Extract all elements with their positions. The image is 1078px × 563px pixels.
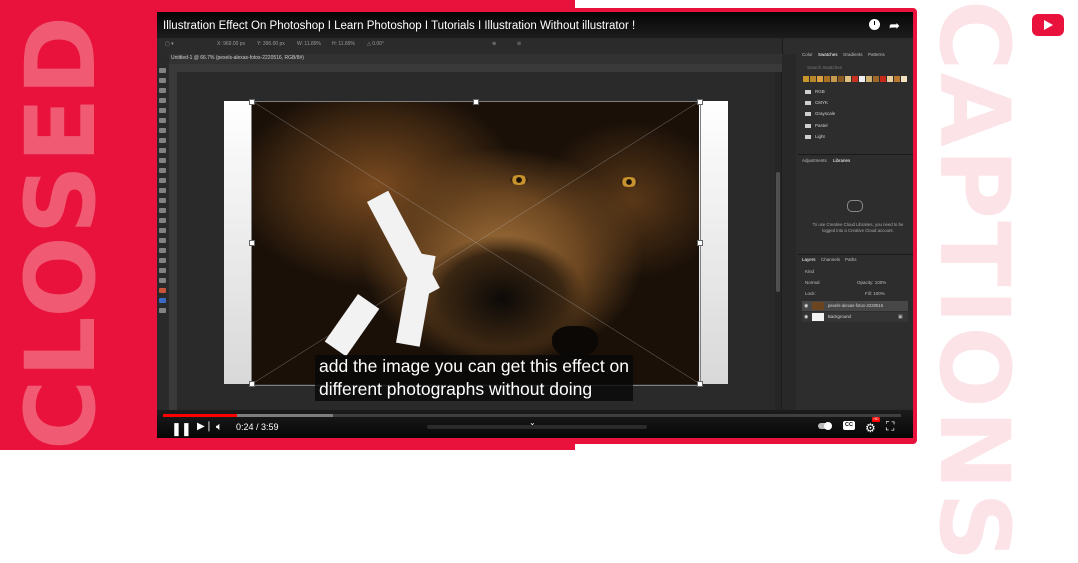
tab-patterns[interactable]: Patterns xyxy=(868,52,885,57)
ps-toolbar[interactable] xyxy=(157,54,169,410)
layer-name: pexels-alexas-fotos-2220516 xyxy=(828,303,884,308)
caption-line: different photographs without doing xyxy=(319,379,593,399)
transform-handle[interactable] xyxy=(697,381,703,387)
layer-row-lion[interactable]: ◉ pexels-alexas-fotos-2220516 xyxy=(802,301,908,311)
lock-label: Lock: xyxy=(805,291,816,296)
ps-document-tab[interactable]: Untitled-1 @ 66.7% (pexels-alexas-fotos-… xyxy=(171,55,304,61)
share-icon[interactable]: ➦ xyxy=(889,18,900,34)
ps-panel-icon-strip[interactable] xyxy=(782,54,796,410)
swatch[interactable] xyxy=(901,76,907,82)
tab-paths[interactable]: Paths xyxy=(845,257,857,262)
progress-bar[interactable] xyxy=(163,414,901,417)
transform-handle[interactable] xyxy=(473,99,479,105)
closed-caption: add the image you can get this effect on… xyxy=(315,355,634,401)
swatch[interactable] xyxy=(873,76,879,82)
settings-button[interactable]: ⚙ HD xyxy=(865,417,880,437)
transform-handle[interactable] xyxy=(697,99,703,105)
video-player[interactable]: ▢ ▾ X: 969.00 px Y: 396.00 px W: 11.89% … xyxy=(157,12,913,438)
hd-badge: HD xyxy=(872,417,880,422)
layer-row-background[interactable]: ◉ Background ▣ xyxy=(802,312,908,322)
caption-line: add the image you can get this effect on xyxy=(319,356,630,376)
tab-swatches[interactable]: Swatches xyxy=(818,52,838,57)
swatch-group-grayscale[interactable]: Grayscale xyxy=(805,111,835,116)
layer-thumbnail xyxy=(812,313,824,321)
blend-mode-select[interactable]: Normal xyxy=(805,280,820,285)
tab-color[interactable]: Color xyxy=(802,52,813,57)
swatch[interactable] xyxy=(838,76,844,82)
next-button[interactable]: ▶❘ xyxy=(197,421,213,432)
transform-bounding-box[interactable] xyxy=(251,101,701,386)
tab-channels[interactable]: Channels xyxy=(821,257,840,262)
swatch[interactable] xyxy=(831,76,837,82)
panel-divider xyxy=(798,154,913,155)
gear-icon: ⚙ xyxy=(865,421,876,435)
swatch[interactable] xyxy=(887,76,893,82)
swatch[interactable] xyxy=(880,76,886,82)
fill-field[interactable]: Fill: 100% xyxy=(865,291,885,296)
tab-libraries[interactable]: Libraries xyxy=(833,158,850,163)
video-title[interactable]: Illustration Effect On Photoshop I Learn… xyxy=(163,20,635,32)
time-display: 0:24 / 3:59 xyxy=(236,422,279,432)
transform-handle[interactable] xyxy=(249,99,255,105)
swatch[interactable] xyxy=(817,76,823,82)
ps-document-tabs: Untitled-1 @ 66.7% (pexels-alexas-fotos-… xyxy=(157,54,782,64)
transform-handle[interactable] xyxy=(249,381,255,387)
youtube-logo-icon xyxy=(1032,14,1064,36)
lock-icon: ▣ xyxy=(898,314,903,320)
ps-canvas-scrollbar[interactable] xyxy=(775,72,781,410)
layer-kind-filter[interactable]: Kind xyxy=(805,269,814,274)
tab-gradients[interactable]: Gradients xyxy=(843,52,863,57)
autoplay-toggle[interactable] xyxy=(818,422,832,430)
chapter-bar xyxy=(427,425,647,429)
layer-thumbnail xyxy=(812,302,824,310)
transform-handle[interactable] xyxy=(697,240,703,246)
eye-visibility-icon[interactable]: ◉ xyxy=(804,303,808,309)
tab-adjustments[interactable]: Adjustments xyxy=(802,158,827,163)
fullscreen-icon[interactable]: ⛶ xyxy=(886,419,894,434)
pause-button[interactable]: ❚❚ xyxy=(171,421,192,437)
swatch[interactable] xyxy=(845,76,851,82)
ps-vertical-ruler xyxy=(169,72,177,410)
panel-divider xyxy=(798,254,913,255)
creative-cloud-icon xyxy=(847,200,863,212)
swatch[interactable] xyxy=(803,76,809,82)
swatch[interactable] xyxy=(810,76,816,82)
volume-icon[interactable]: 🔈︎ xyxy=(216,421,223,434)
swatch[interactable] xyxy=(824,76,830,82)
transform-handle[interactable] xyxy=(249,240,255,246)
swatches-search-input[interactable]: Search Swatches xyxy=(807,65,842,70)
swatch[interactable] xyxy=(894,76,900,82)
captions-word: CAPTIONS xyxy=(918,0,1030,563)
cc-libraries-message: To use Creative Cloud Libraries, you nee… xyxy=(812,222,904,233)
swatch[interactable] xyxy=(852,76,858,82)
layer-name: Background xyxy=(828,314,851,319)
swatch-group-light[interactable]: Light xyxy=(805,134,825,139)
eye-visibility-icon[interactable]: ◉ xyxy=(804,314,808,320)
progress-played xyxy=(163,414,237,417)
ps-horizontal-ruler xyxy=(169,64,782,72)
watch-later-icon[interactable] xyxy=(869,19,880,30)
swatch[interactable] xyxy=(866,76,872,82)
swatch-group-rgb[interactable]: RGB xyxy=(805,89,825,94)
tab-layers[interactable]: Layers xyxy=(802,257,816,262)
opacity-field[interactable]: Opacity: 100% xyxy=(857,280,886,285)
swatch-group-pastel[interactable]: Pastel xyxy=(805,123,828,128)
swatch-group-cmyk[interactable]: CMYK xyxy=(805,100,828,105)
swatch[interactable] xyxy=(859,76,865,82)
closed-word: CLOSED xyxy=(5,13,117,450)
subtitles-button[interactable]: CC xyxy=(843,421,855,430)
